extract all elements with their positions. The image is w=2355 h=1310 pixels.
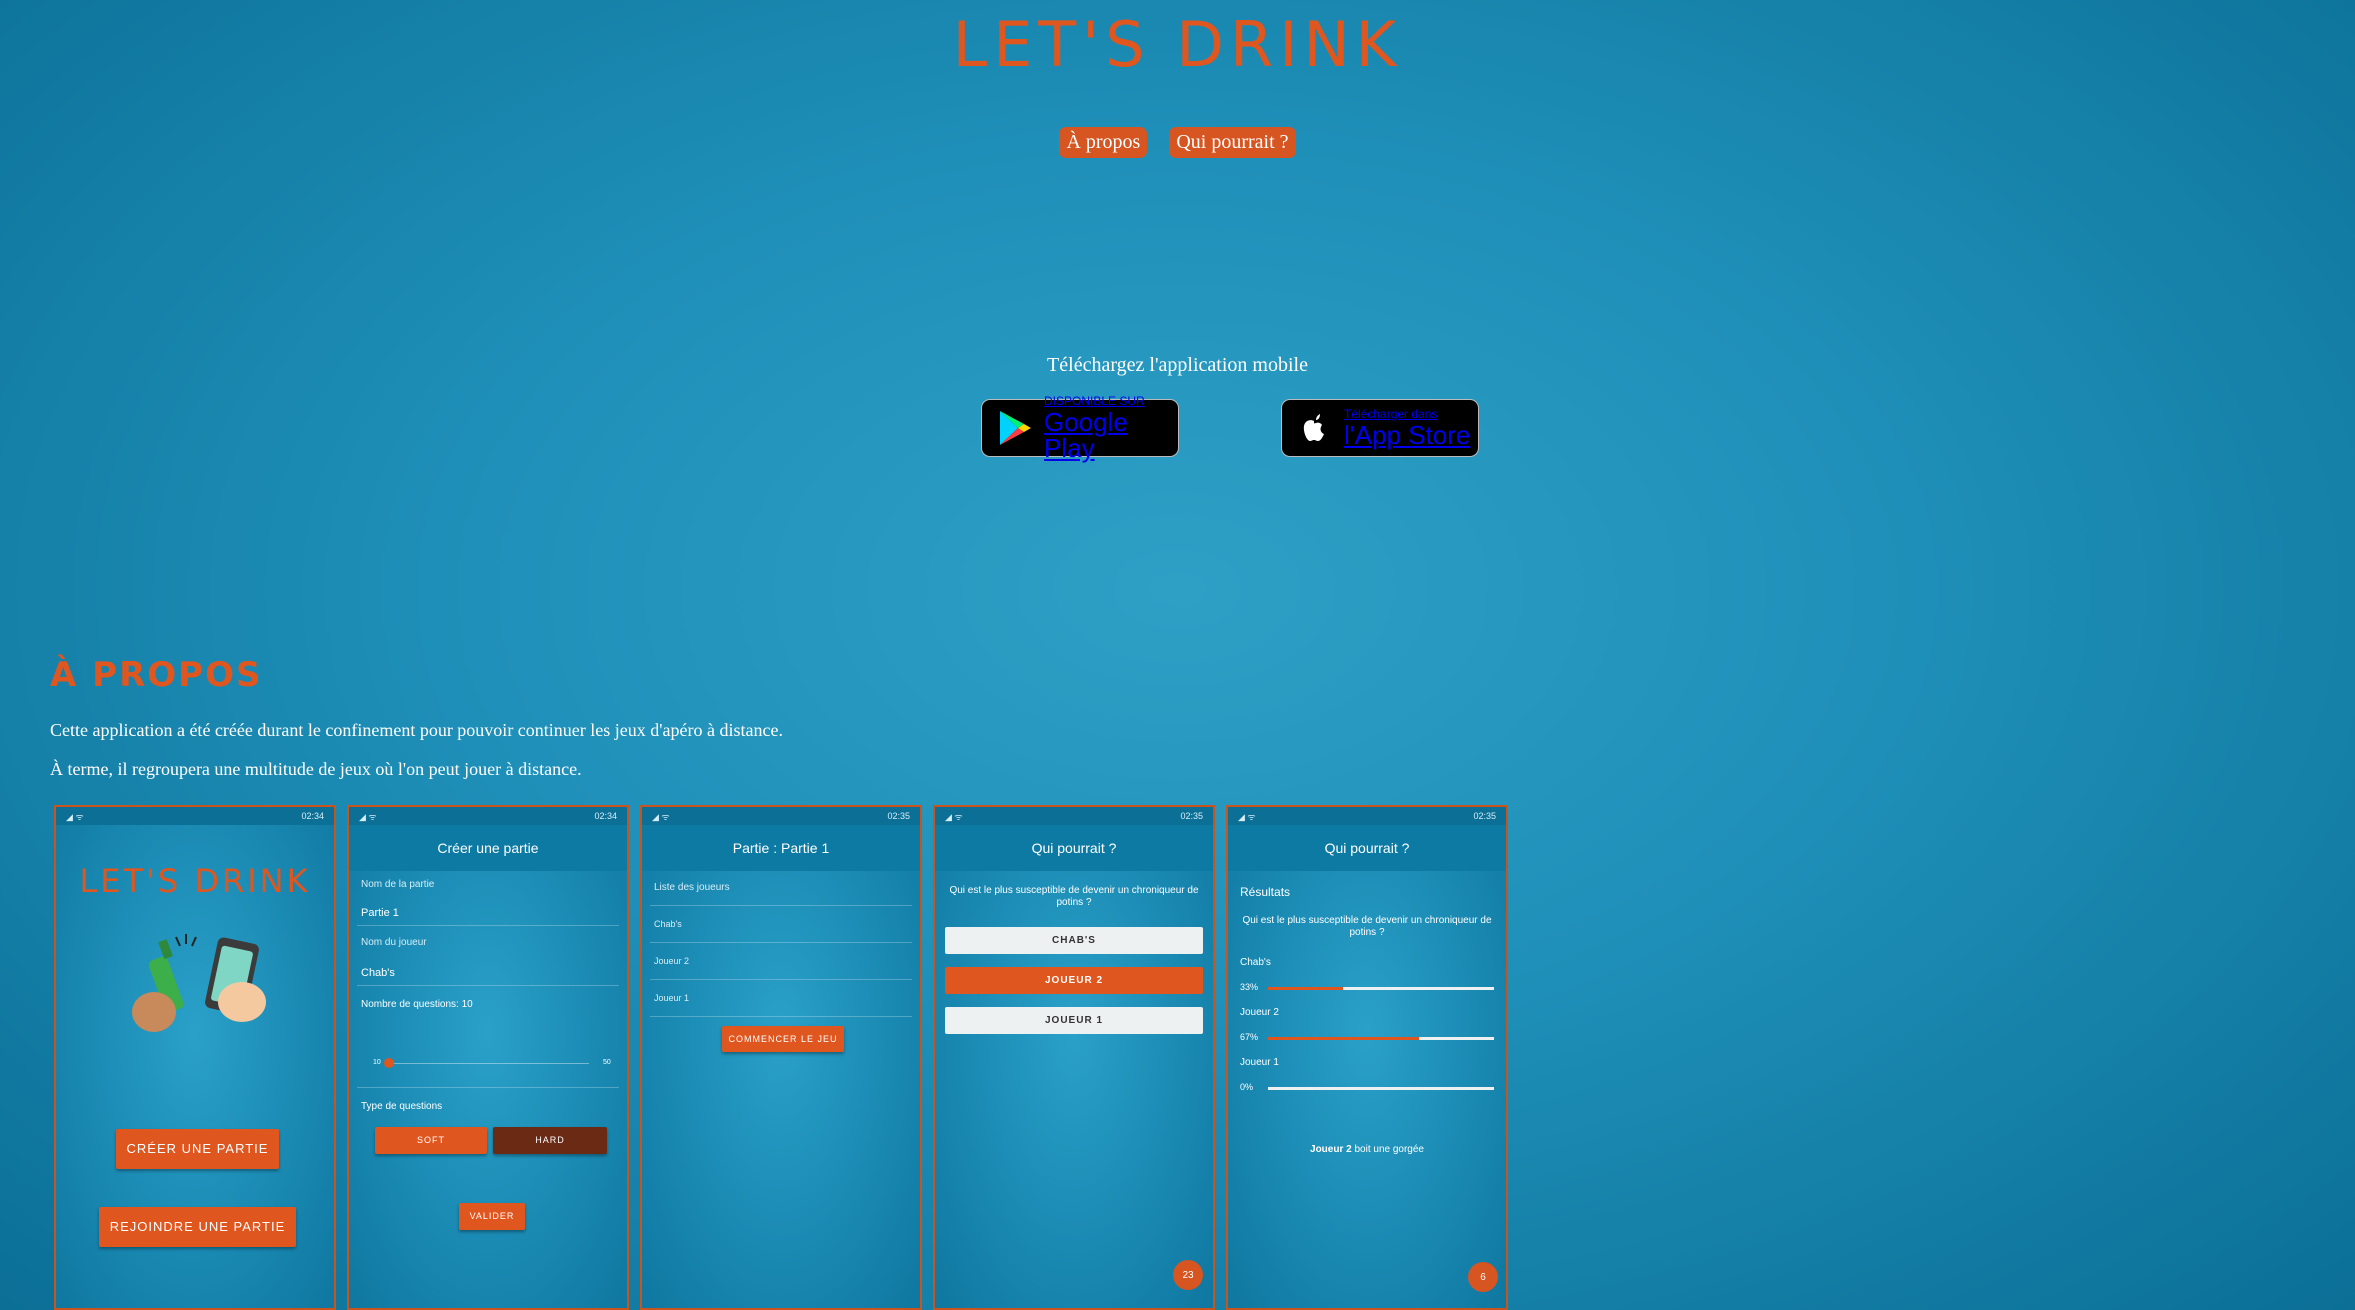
divider — [650, 1016, 912, 1017]
status-bar: ◢ ᯤ 02:34 — [349, 807, 627, 825]
questions-count-label: Nombre de questions: 10 — [361, 999, 473, 1010]
app-bar-title: Créer une partie — [349, 825, 627, 871]
app-bar-title: Qui pourrait ? — [1228, 825, 1506, 871]
divider — [650, 979, 912, 980]
players-list-label: Liste des joueurs — [654, 882, 730, 893]
cheers-illustration-icon — [132, 934, 266, 1032]
player-name-value[interactable]: Chab's — [361, 967, 395, 979]
timer-badge: 23 — [1173, 1260, 1203, 1290]
google-play-small-text: DISPONIBLE SUR — [1044, 394, 1145, 408]
status-time: 02:35 — [887, 811, 910, 821]
app-store-small-text: Télécharger dans — [1344, 407, 1438, 421]
answer-option[interactable]: JOUEUR 1 — [945, 1007, 1203, 1034]
main-nav: À propos Qui pourrait ? — [0, 127, 2355, 158]
answer-option-selected[interactable]: JOUEUR 2 — [945, 967, 1203, 994]
drink-text: boit une gorgée — [1351, 1144, 1424, 1155]
divider — [650, 905, 912, 906]
status-bar: ◢ ᯤ 02:35 — [1228, 807, 1506, 825]
apropos-paragraph-2: À terme, il regroupera une multitude de … — [50, 759, 582, 779]
result-bar-fill — [1268, 1037, 1420, 1040]
nav-qui-pourrait-link[interactable]: Qui pourrait ? — [1169, 127, 1296, 158]
result-name: Joueur 1 — [1240, 1057, 1279, 1068]
question-type-label: Type de questions — [361, 1101, 443, 1112]
screenshot-create-game: ◢ ᯤ 02:34 Créer une partie Nom de la part… — [347, 805, 629, 1310]
start-game-button[interactable]: COMMENCER LE JEU — [722, 1026, 844, 1052]
result-name: Joueur 2 — [1240, 1007, 1279, 1018]
app-store-big-text: l'App Store — [1344, 420, 1471, 450]
slider-min-label: 10 — [373, 1059, 381, 1066]
result-bar — [1268, 1087, 1494, 1090]
divider — [357, 1087, 619, 1088]
app-screenshots: ◢ ᯤ 02:34 LET'S DRINK CRÉER UNE PARTIE RE… — [54, 805, 1508, 1310]
validate-button[interactable]: VALIDER — [459, 1203, 525, 1230]
status-time: 02:34 — [301, 811, 324, 821]
result-percent: 33% — [1240, 982, 1259, 992]
app-bar-title: Partie : Partie 1 — [642, 825, 920, 871]
google-play-big-text: Google Play — [1044, 407, 1128, 463]
answer-option[interactable]: CHAB'S — [945, 927, 1203, 954]
result-percent: 67% — [1240, 1032, 1259, 1042]
player-list-item: Joueur 2 — [654, 956, 690, 966]
status-time: 02:35 — [1180, 811, 1203, 821]
slider-max-label: 50 — [603, 1059, 611, 1066]
status-bar: ◢ ᯤ 02:35 — [935, 807, 1213, 825]
site-logo: LET'S DRINK — [952, 8, 1403, 81]
status-time: 02:35 — [1473, 811, 1496, 821]
player-list-item: Chab's — [654, 919, 682, 929]
download-title: Téléchargez l'application mobile — [1047, 354, 1308, 376]
game-name-value[interactable]: Partie 1 — [361, 907, 399, 919]
hard-toggle[interactable]: HARD — [493, 1127, 607, 1154]
screenshot-results: ◢ ᯤ 02:35 Qui pourrait ? Résultats Qui es… — [1226, 805, 1508, 1310]
result-bar-fill — [1268, 987, 1343, 990]
join-game-button[interactable]: REJOINDRE UNE PARTIE — [99, 1207, 296, 1247]
divider — [650, 942, 912, 943]
question-text: Qui est le plus susceptible de devenir u… — [949, 885, 1199, 908]
home-logo: LET'S DRINK — [79, 862, 311, 900]
result-percent: 0% — [1240, 1082, 1254, 1092]
status-time: 02:34 — [594, 811, 617, 821]
apropos-paragraph-1: Cette application a été créée durant le … — [50, 720, 783, 740]
results-question: Qui est le plus susceptible de devenir u… — [1242, 915, 1492, 938]
status-bar: ◢ ᯤ 02:35 — [642, 807, 920, 825]
questions-slider[interactable] — [384, 1058, 589, 1068]
player-name-label: Nom du joueur — [361, 937, 427, 948]
nav-apropos-link[interactable]: À propos — [1059, 127, 1148, 158]
google-play-badge[interactable]: DISPONIBLE SUR Google Play — [981, 395, 1179, 461]
screenshot-question: ◢ ᯤ 02:35 Qui pourrait ? Qui est le plus … — [933, 805, 1215, 1310]
create-game-button[interactable]: CRÉER UNE PARTIE — [116, 1129, 279, 1169]
results-heading: Résultats — [1240, 885, 1291, 899]
drink-player: Joueur 2 — [1310, 1144, 1352, 1155]
status-bar: ◢ ᯤ 02:34 — [56, 807, 334, 825]
screenshot-home: ◢ ᯤ 02:34 LET'S DRINK CRÉER UNE PARTIE RE… — [54, 805, 336, 1310]
app-bar-title: Qui pourrait ? — [935, 825, 1213, 871]
screenshot-lobby: ◢ ᯤ 02:35 Partie : Partie 1 Liste des jou… — [640, 805, 922, 1310]
result-bar — [1268, 1037, 1494, 1040]
game-name-label: Nom de la partie — [361, 879, 435, 890]
player-list-item: Joueur 1 — [654, 993, 690, 1003]
google-play-icon — [1000, 411, 1031, 445]
apropos-heading: À PROPOS — [50, 655, 263, 695]
divider — [357, 985, 619, 986]
result-bar — [1268, 987, 1494, 990]
drink-message: Joueur 2 boit une gorgée — [1228, 1144, 1506, 1155]
result-name: Chab's — [1240, 957, 1271, 968]
app-store-badge[interactable]: Télécharger dans l'App Store — [1281, 399, 1479, 457]
apple-icon — [1303, 414, 1324, 441]
timer-badge: 6 — [1468, 1262, 1498, 1292]
slider-thumb[interactable] — [384, 1058, 394, 1068]
divider — [357, 925, 619, 926]
soft-toggle[interactable]: SOFT — [375, 1127, 487, 1154]
